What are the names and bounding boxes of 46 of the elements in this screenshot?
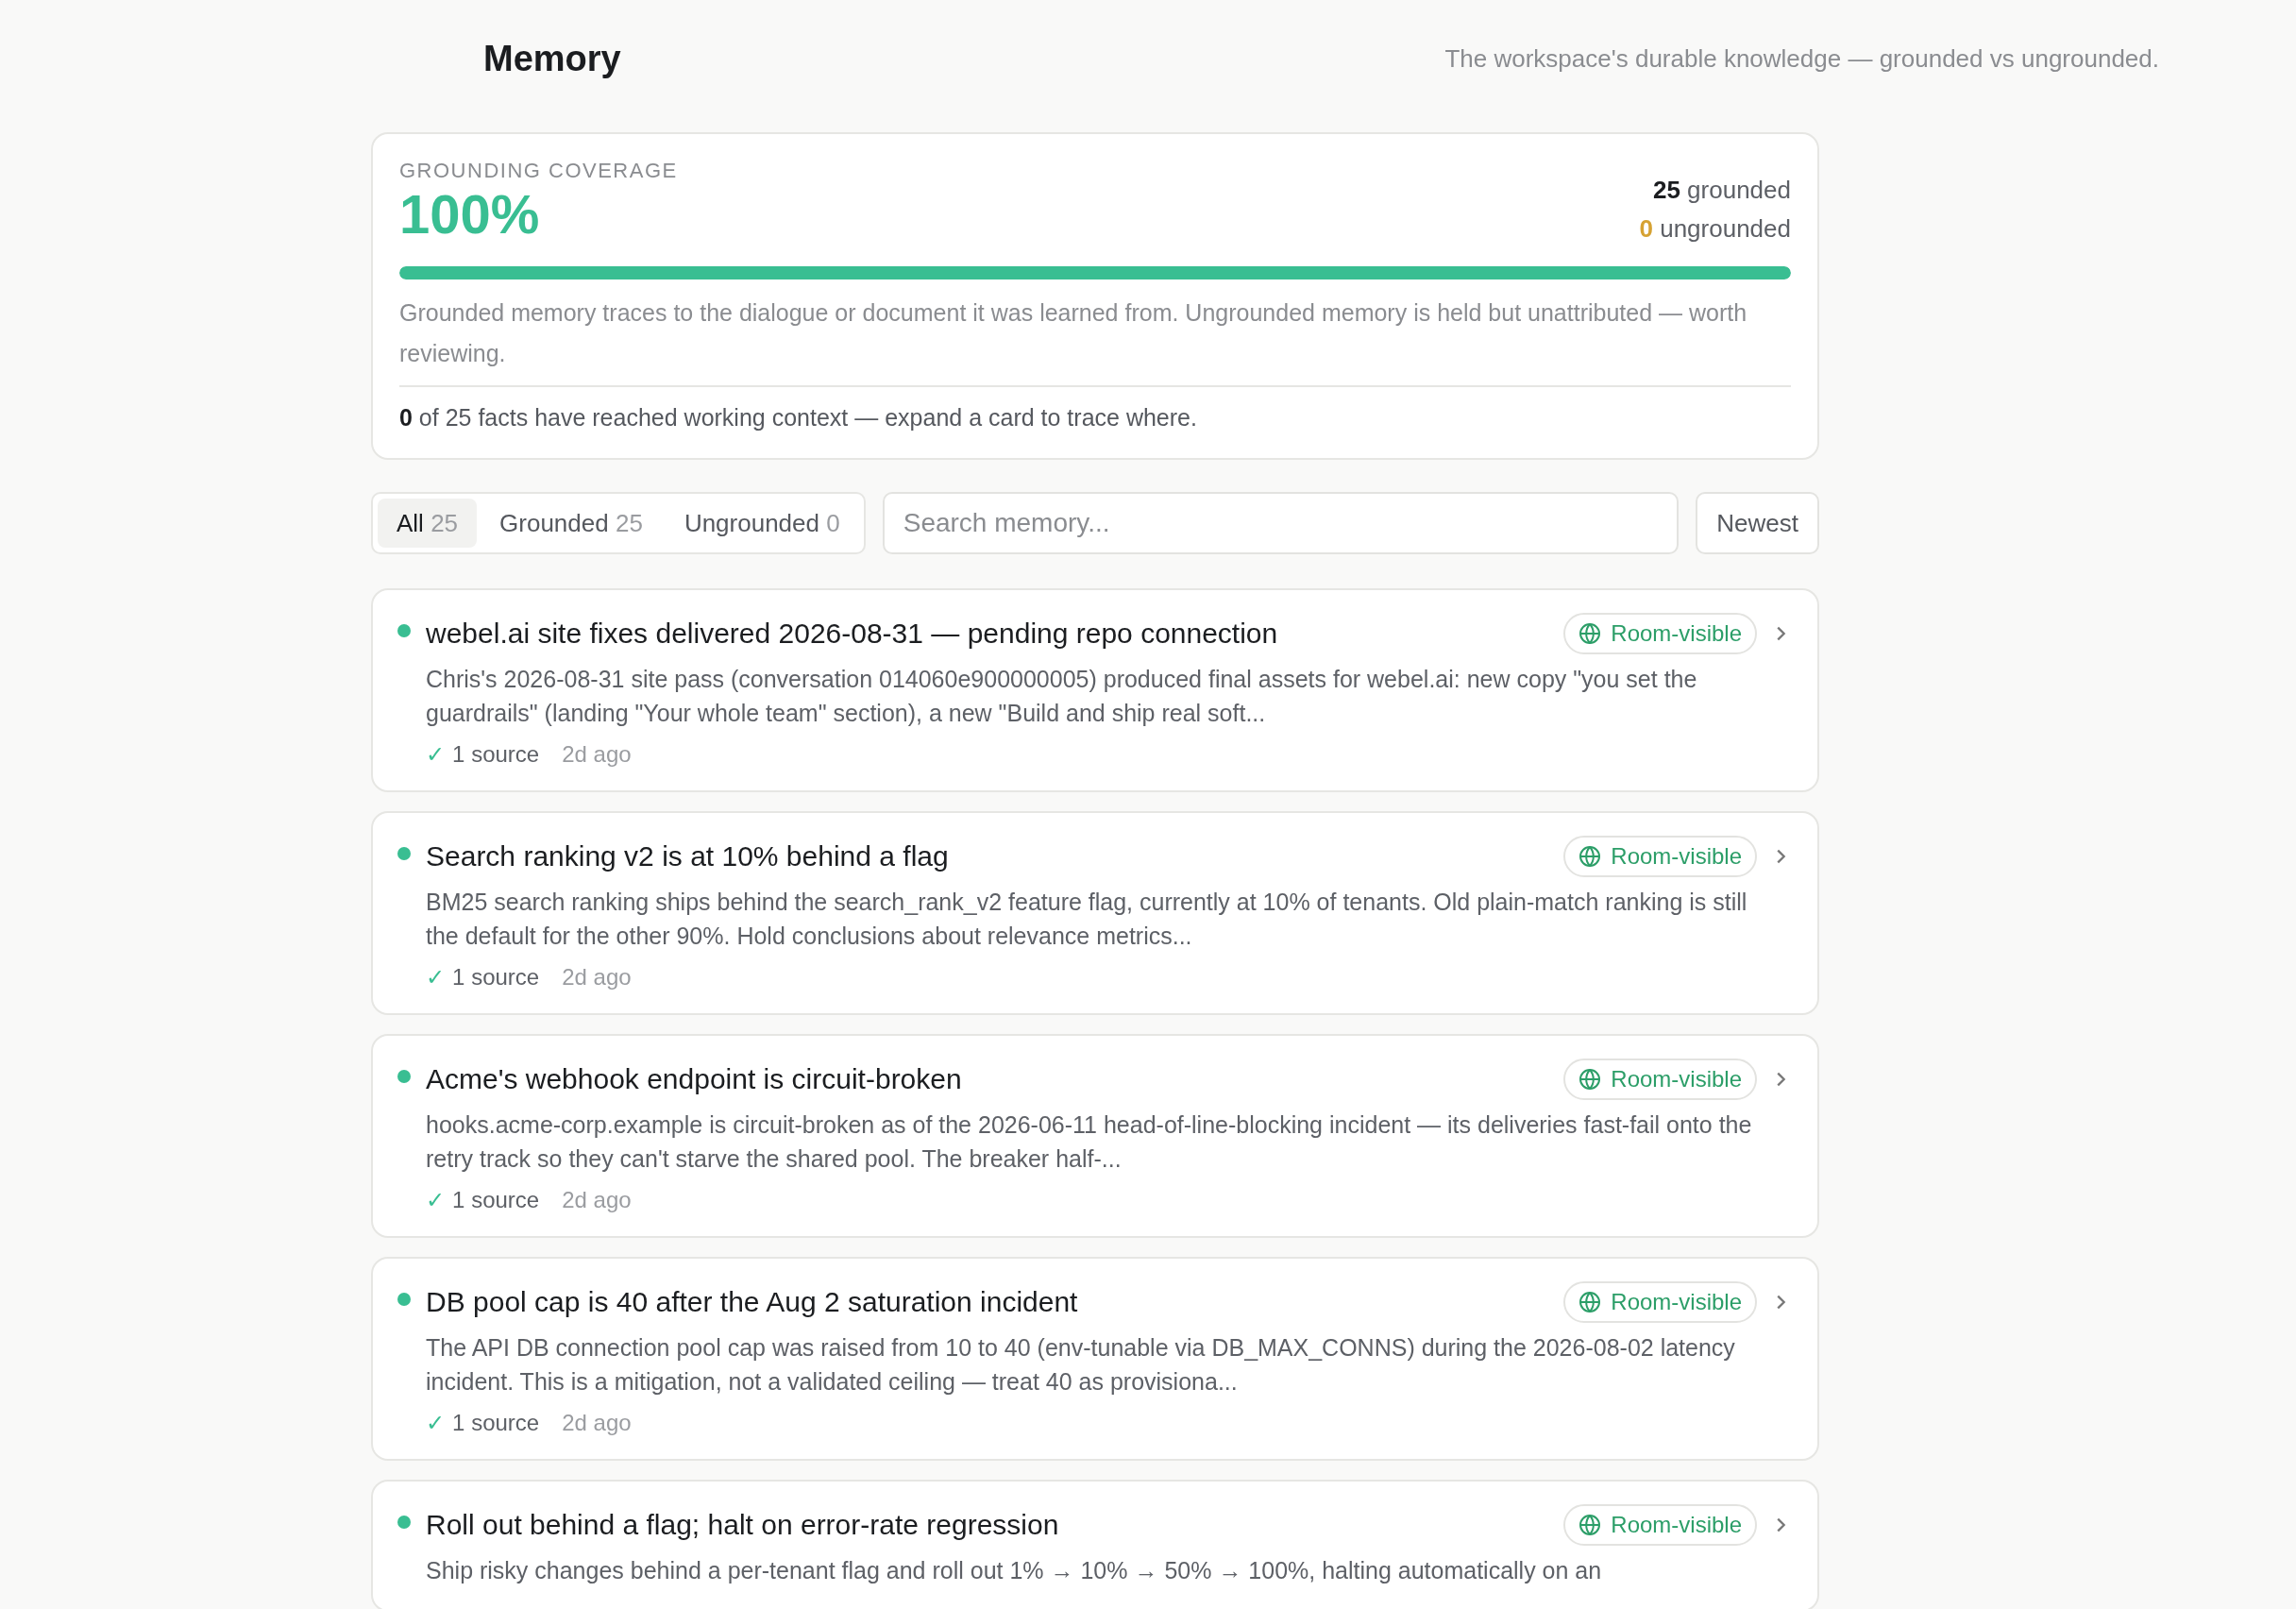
memory-description: hooks.acme-corp.example is circuit-broken as of the 2026-06-11 head-of-line-blocking incident — its deliveries fast-fail onto the retry track so they can't starve the shared pool. The breaker half-... <box>426 1110 1753 1174</box>
globe-icon <box>1578 622 1602 645</box>
globe-icon <box>1578 1068 1602 1091</box>
globe-icon <box>1578 845 1602 868</box>
memory-description: Chris's 2026-08-31 site pass (conversation 014060e900000005) produced final assets for webel.ai: new copy "you set the guardrails" (landing "Your whole team" section), a new "Build and ship real soft... <box>426 665 1698 728</box>
page-subtitle: The workspace's durable knowledge — grounded vs ungrounded. <box>1444 43 2159 74</box>
source-count: ✓ 1 source <box>426 1187 540 1213</box>
filter-tab[interactable]: All 25 <box>378 499 478 548</box>
badge-label: Room-visible <box>1611 1289 1742 1315</box>
ungrounded-count: 0 ungrounded <box>1639 214 1791 244</box>
badge-label: Room-visible <box>1611 1066 1742 1092</box>
memory-age: 2d ago <box>562 964 632 991</box>
memory-card[interactable]: Roll out behind a flag; halt on error-rate regression Room-visible Ship risky changes behind a per-tenant flag and roll out 1% → 10% → 50% → 100%, halting automatically on an <box>371 1480 1819 1609</box>
memory-title: Search ranking v2 is at 10% behind a flag <box>426 840 950 872</box>
memory-age: 2d ago <box>562 741 632 768</box>
memory-age: 2d ago <box>562 1410 632 1436</box>
globe-icon <box>1578 1514 1602 1536</box>
coverage-label: GROUNDING COVERAGE <box>399 159 678 183</box>
memory-card[interactable] <box>371 1257 1819 1461</box>
badge-label: Room-visible <box>1611 620 1742 647</box>
filter-tab[interactable]: Grounded 25 <box>481 499 662 548</box>
source-count: ✓ 1 source <box>426 964 540 991</box>
memory-title: Roll out behind a flag; halt on error-rate regression <box>426 1509 1060 1541</box>
badge-label: Room-visible <box>1611 1512 1742 1538</box>
source-count: ✓ 1 source <box>426 1410 540 1436</box>
grounded-count: 25 grounded <box>1652 176 1791 205</box>
memory-card[interactable] <box>371 1034 1819 1238</box>
coverage-note: Grounded memory traces to the dialogue or document it was learned from. Ungrounded memory is held but unattributed — worth reviewing. <box>399 298 1748 368</box>
search-field[interactable]: Search memory... <box>882 492 1680 554</box>
globe-icon <box>1578 1291 1602 1313</box>
memory-title: webel.ai site fixes delivered 2026-08-31 — pending repo connection <box>426 618 1279 650</box>
memory-description: The API DB connection pool cap was raised from 10 to 40 (env-tunable via DB_MAX_CONNS) during the 2026-08-02 latency incident. This is a mitigation, not a validated ceiling — treat 40 as provisiona... <box>426 1333 1736 1397</box>
memory-description: Ship risky changes behind a per-tenant flag and roll out 1% → 10% → 50% → 100%, halting automatically on an <box>426 1556 1603 1585</box>
memory-card[interactable] <box>371 588 1819 792</box>
coverage-value: 100% <box>399 187 541 242</box>
filter-tab[interactable]: Ungrounded 0 <box>665 499 859 548</box>
memory-title: Acme's webhook endpoint is circuit-broken <box>426 1063 963 1095</box>
context-summary: 0 of 25 facts have reached working context — expand a card to trace where. <box>399 404 1198 432</box>
sort-button[interactable]: Newest <box>1696 492 1819 554</box>
badge-label: Room-visible <box>1611 843 1742 870</box>
memory-title: DB pool cap is 40 after the Aug 2 saturation incident <box>426 1286 1079 1318</box>
memory-description: BM25 search ranking ships behind the search_rank_v2 feature flag, currently at 10% of tenants. Old plain-match ranking is still the default for the other 90%. Hold conclusions about relevance metrics... <box>426 888 1748 951</box>
memory-age: 2d ago <box>562 1187 632 1213</box>
memory-card[interactable] <box>371 811 1819 1015</box>
page-title: Memory <box>483 38 621 79</box>
source-count: ✓ 1 source <box>426 741 540 768</box>
